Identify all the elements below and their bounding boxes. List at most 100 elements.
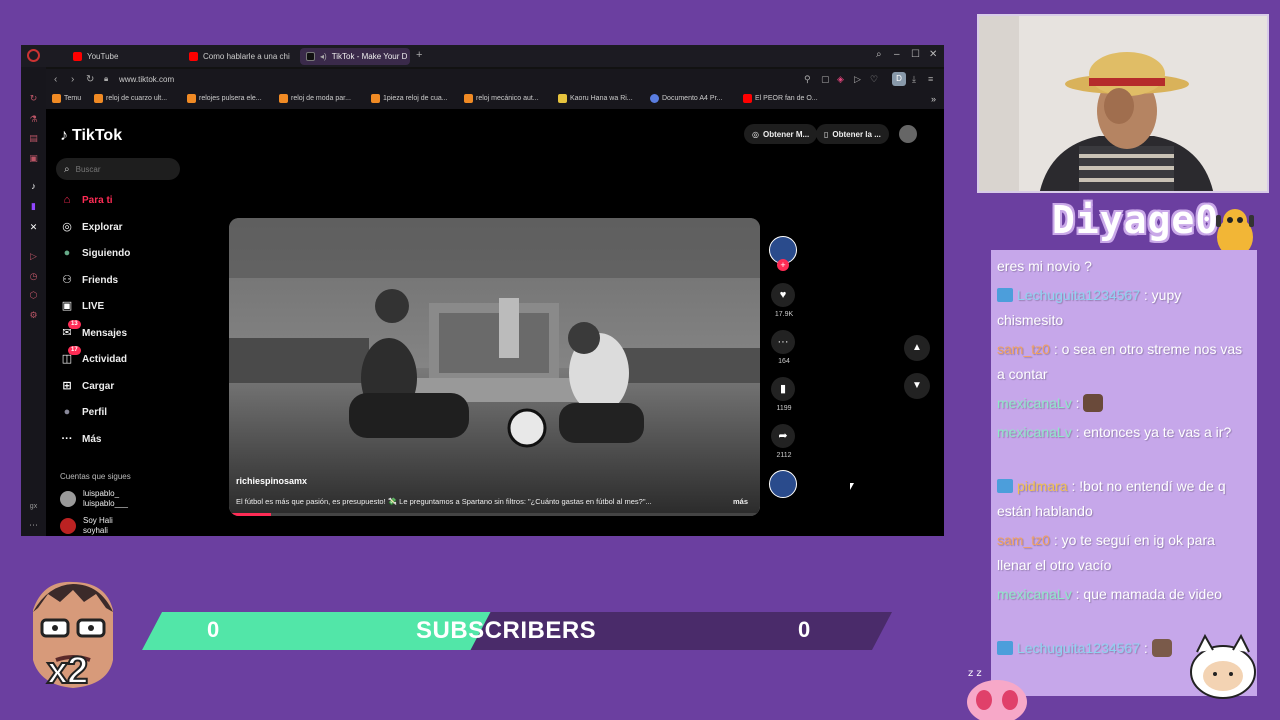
bookmark-item[interactable]: reloj de moda par...	[279, 94, 351, 103]
profile-avatar[interactable]: D	[892, 72, 906, 86]
minimize-button[interactable]: –	[894, 49, 900, 60]
get-app-button[interactable]: ▯ Obtener la ...	[816, 124, 889, 144]
bookmark-item[interactable]: Temu	[52, 94, 81, 103]
speaker-icon[interactable]: ◂)	[320, 52, 327, 61]
video-player[interactable]: richiespinosamx El fútbol es más que pas…	[229, 218, 760, 516]
bookmark-item[interactable]: reloj de cuarzo ult...	[94, 94, 167, 103]
user-avatar[interactable]	[899, 125, 917, 143]
like-button[interactable]: ♥	[771, 283, 795, 307]
tiktok-page: ♪ TikTok ⌕ Buscar ⌂ Para ti ◎ Explorar ●…	[46, 109, 944, 536]
comment-button[interactable]: ···	[771, 330, 795, 354]
bookmark-item[interactable]: Documento A4 Pr...	[650, 94, 722, 103]
nav-mensajes[interactable]: ✉ 13 Mensajes	[60, 320, 127, 340]
follow-plus-icon[interactable]: +	[777, 259, 789, 271]
bookmark-item[interactable]: reloj mecánico aut...	[464, 94, 539, 103]
maximize-button[interactable]: ☐	[911, 49, 920, 60]
video-description: El fútbol es más que pasión, es presupue…	[236, 497, 652, 506]
chat-username[interactable]: mexicanaLv	[997, 395, 1072, 411]
chat-message: sam_tz0 : yo te seguí en ig ok para llen…	[997, 528, 1251, 578]
nav-live[interactable]: ▣ LIVE	[60, 299, 104, 313]
bookmark-item[interactable]: El PEOR fan de O...	[743, 94, 818, 103]
sidebar-icon[interactable]: ⚗	[28, 114, 39, 125]
messenger-icon[interactable]: ▣	[28, 153, 39, 164]
play-icon[interactable]: ▷	[854, 74, 861, 85]
chat-text: :	[1143, 640, 1152, 656]
save-button[interactable]: ▮	[771, 377, 795, 401]
chat-username[interactable]: mexicanaLv	[997, 586, 1072, 602]
chat-username[interactable]: Lechuguita1234567	[1017, 287, 1140, 303]
settings-icon[interactable]: ⚙	[28, 310, 39, 321]
sidebar-icon[interactable]: ↻	[28, 93, 39, 104]
x-icon[interactable]: ✕	[28, 222, 39, 233]
temu-icon	[52, 94, 61, 103]
url-field[interactable]: www.tiktok.com	[119, 75, 174, 84]
snapshot-icon[interactable]: ▢	[821, 74, 830, 85]
sound-avatar[interactable]	[769, 470, 797, 498]
tab-youtube[interactable]: YouTube	[67, 48, 177, 65]
more-icon[interactable]: ⋯	[28, 520, 39, 531]
subs-current: 0	[207, 617, 220, 642]
tiktok-sidebar-icon[interactable]: ♪	[28, 181, 39, 192]
new-tab-button[interactable]: +	[416, 49, 422, 61]
save-count: 1199	[776, 405, 792, 412]
share-count: 2112	[776, 452, 792, 459]
more-link[interactable]: más	[733, 497, 748, 506]
following-account[interactable]: luispablo_ luispablo___	[60, 489, 128, 509]
nav-friends[interactable]: ⚇ Friends	[60, 273, 118, 287]
next-video-button[interactable]: ▼	[904, 373, 930, 399]
gx-icon[interactable]: gx	[28, 501, 39, 512]
nav-cargar[interactable]: ⊞ Cargar	[60, 379, 114, 393]
nav-actividad[interactable]: ◫ 17 Actividad	[60, 346, 127, 366]
video-username[interactable]: richiespinosamx	[236, 476, 307, 486]
back-icon[interactable]: ‹	[54, 74, 57, 85]
reload-icon[interactable]: ↻	[86, 74, 94, 85]
pin-icon[interactable]: ⚲	[804, 74, 811, 85]
heart-icon[interactable]: ♡	[870, 74, 878, 85]
get-coins-button[interactable]: ◎ Obtener M...	[744, 124, 818, 144]
close-button[interactable]: ✕	[929, 49, 937, 60]
bookmark-icon	[187, 94, 196, 103]
prev-video-button[interactable]: ▲	[904, 335, 930, 361]
chat-message: sam_tz0 : o sea en otro streme nos vas a…	[997, 337, 1251, 387]
tab-tiktok[interactable]: ◂) TikTok - Make Your D	[300, 48, 410, 65]
subs-goal: 0	[798, 617, 811, 642]
tiktok-note-icon: ♪	[60, 127, 68, 144]
bookmark-item[interactable]: Kaoru Hana wa Ri...	[558, 94, 633, 103]
chat-username[interactable]: pidmara	[1017, 478, 1068, 494]
chat-username[interactable]: mexicanaLv	[997, 424, 1072, 440]
download-icon[interactable]: ⤓	[912, 74, 916, 85]
bookmark-icon	[464, 94, 473, 103]
menu-icon[interactable]: ≡	[928, 74, 933, 84]
nav-mas[interactable]: ··· Más	[60, 432, 102, 446]
player-icon[interactable]: ▷	[28, 251, 39, 262]
share-button[interactable]: ➦	[771, 424, 795, 448]
tab-como-hablarle[interactable]: Como hablarle a una chi	[183, 48, 295, 65]
nav-siguiendo[interactable]: ● Siguiendo	[60, 246, 131, 260]
nav-explorar[interactable]: ◎ Explorar	[60, 220, 122, 234]
nav-perfil[interactable]: ● Perfil	[60, 405, 107, 419]
following-icon: ●	[63, 247, 71, 259]
search-input[interactable]: ⌕ Buscar	[56, 158, 180, 180]
chat-username[interactable]: sam_tz0	[997, 341, 1050, 357]
following-account[interactable]: Soy Hali soyhali	[60, 516, 113, 536]
streamer-logo: Diyage0	[1052, 198, 1220, 242]
bookmarks-more-button[interactable]: »	[931, 94, 936, 104]
video-progress[interactable]	[229, 513, 760, 516]
heart-icon: ♥	[779, 289, 787, 301]
bookmark-item[interactable]: relojes pulsera ele...	[187, 94, 262, 103]
svg-text:z z: z z	[968, 668, 982, 679]
twitch-icon[interactable]: ▮	[28, 201, 39, 212]
opera-icon[interactable]	[27, 49, 40, 62]
chat-text: : entonces ya te vas a ir?	[1075, 424, 1232, 440]
nav-para-ti[interactable]: ⌂ Para ti	[60, 193, 113, 207]
forward-icon[interactable]: ›	[71, 74, 74, 85]
shield-icon[interactable]: ◈	[837, 74, 844, 85]
chat-username[interactable]: Lechuguita1234567	[1017, 640, 1140, 656]
extensions-icon[interactable]: ⬡	[28, 290, 39, 301]
bookmark-item[interactable]: 1pieza reloj de cua...	[371, 94, 448, 103]
sidebar-icon[interactable]: ▤	[28, 133, 39, 144]
search-tabs-icon[interactable]: ⌕	[876, 49, 882, 60]
chat-username[interactable]: sam_tz0	[997, 532, 1050, 548]
tiktok-logo[interactable]: ♪ TikTok	[60, 127, 122, 145]
history-icon[interactable]: ◷	[28, 271, 39, 282]
